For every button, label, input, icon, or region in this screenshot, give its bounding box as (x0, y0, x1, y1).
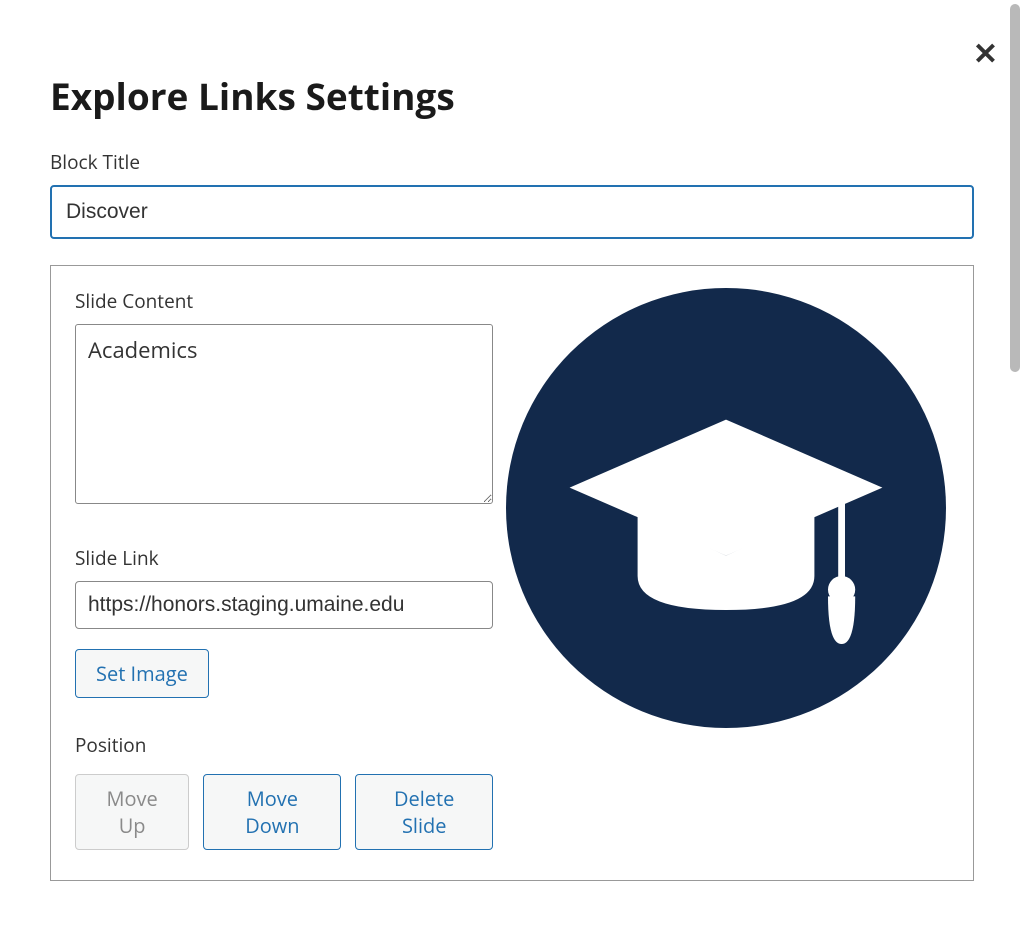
delete-slide-button[interactable]: Delete Slide (355, 774, 493, 850)
scrollbar[interactable] (1010, 4, 1020, 372)
slide-image-preview (503, 288, 949, 850)
move-down-button[interactable]: Move Down (203, 774, 341, 850)
block-title-input[interactable] (50, 185, 974, 239)
slide-content-textarea[interactable]: Academics (75, 324, 493, 504)
slide-panel: Slide Content Academics Slide Link Set I… (50, 265, 974, 881)
image-circle (506, 288, 946, 728)
set-image-button[interactable]: Set Image (75, 649, 209, 698)
page-title: Explore Links Settings (50, 70, 974, 121)
move-up-button: Move Up (75, 774, 189, 850)
graduation-cap-icon (556, 338, 896, 678)
slide-link-label: Slide Link (75, 545, 493, 571)
close-button[interactable]: ✕ (973, 40, 998, 70)
slide-content-label: Slide Content (75, 288, 493, 314)
position-label: Position (75, 732, 493, 758)
settings-container: Explore Links Settings Block Title Slide… (0, 0, 1024, 931)
position-button-row: Move Up Move Down Delete Slide (75, 774, 493, 850)
close-icon: ✕ (973, 38, 998, 71)
slide-left-column: Slide Content Academics Slide Link Set I… (75, 288, 493, 850)
slide-link-input[interactable] (75, 581, 493, 629)
block-title-label: Block Title (50, 149, 974, 175)
